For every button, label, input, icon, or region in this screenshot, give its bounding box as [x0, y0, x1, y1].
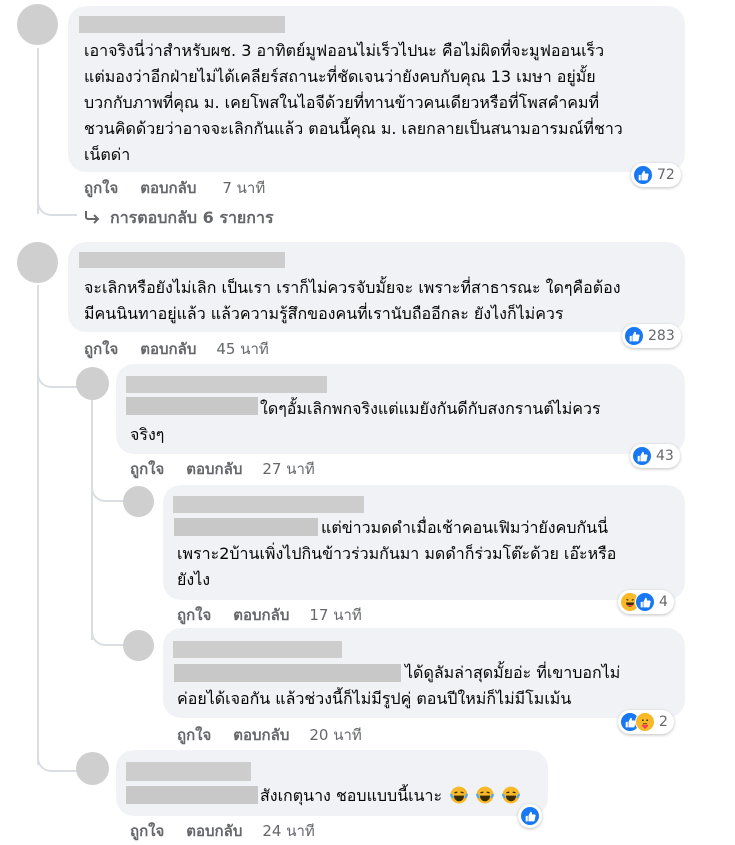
- avatar[interactable]: [17, 242, 58, 283]
- reaction-count: 4: [659, 594, 668, 610]
- like-button[interactable]: ถูกใจ: [84, 176, 118, 200]
- redacted-author-name[interactable]: [126, 762, 251, 781]
- thread-line: [37, 190, 77, 216]
- reaction-summary[interactable]: 283: [622, 324, 681, 348]
- reaction-summary[interactable]: 72: [631, 163, 681, 187]
- tears-of-joy-emoji-icon: [450, 786, 469, 812]
- comment-message: สังเกตุนาง ชอบแบบนี้เนาะ: [260, 786, 443, 805]
- reaction-summary[interactable]: 4: [618, 590, 674, 614]
- comment-text: เอาจริงนี่ว่าสำหรับผช. 3 อาทิตย์มูฟออนไม…: [84, 41, 623, 164]
- reaction-summary[interactable]: 43: [630, 444, 680, 468]
- timestamp[interactable]: 27 นาที: [262, 457, 314, 481]
- reply-button[interactable]: ตอบกลับ: [140, 337, 196, 361]
- thumbs-up-icon: [635, 592, 655, 612]
- avatar[interactable]: [17, 4, 58, 45]
- comment-text: ได้ดูลัมล่าสุดมั้ยอ่ะ ที่เขาบอกไม่ ค่อยไ…: [177, 663, 621, 708]
- reply-arrow-icon: [84, 209, 104, 228]
- replies-count-label: การตอบกลับ 6 รายการ: [110, 208, 274, 227]
- like-button[interactable]: ถูกใจ: [177, 723, 211, 747]
- comment-actions: ถูกใจ ตอบกลับ 7 นาที: [84, 176, 265, 200]
- reaction-summary[interactable]: 2: [618, 710, 674, 734]
- comment-actions: ถูกใจ ตอบกลับ 17 นาที: [177, 603, 362, 627]
- timestamp[interactable]: 20 นาที: [309, 723, 361, 747]
- thumbs-up-icon: [633, 165, 653, 185]
- reaction-summary[interactable]: [518, 804, 542, 828]
- avatar[interactable]: [76, 752, 109, 785]
- redacted-author-name[interactable]: [79, 16, 285, 33]
- redacted-author-name[interactable]: [79, 252, 285, 268]
- thread-line: [91, 400, 93, 640]
- thread-line: [37, 368, 77, 388]
- reply-button[interactable]: ตอบกลับ: [186, 819, 242, 843]
- reply-button[interactable]: ตอบกลับ: [186, 457, 242, 481]
- comment-actions: ถูกใจ ตอบกลับ 24 นาที: [130, 819, 315, 843]
- timestamp[interactable]: 24 นาที: [262, 819, 314, 843]
- redacted-mention[interactable]: [126, 786, 258, 804]
- avatar[interactable]: [123, 486, 154, 517]
- reaction-count: 43: [656, 448, 674, 464]
- avatar[interactable]: [76, 367, 109, 400]
- comment-text: ใดๆอั้มเลิกพกจริงแต่แมยังกันดีกับสงกรานต…: [130, 399, 601, 444]
- thread-line: [91, 626, 123, 646]
- like-button[interactable]: ถูกใจ: [177, 603, 211, 627]
- comment-actions: ถูกใจ ตอบกลับ 20 นาที: [177, 723, 362, 747]
- thread-line: [37, 750, 77, 772]
- thumbs-up-icon: [632, 446, 652, 466]
- reaction-count: 283: [648, 328, 675, 344]
- comment-text: สังเกตุนาง ชอบแบบนี้เนาะ: [260, 783, 540, 812]
- tears-of-joy-emoji-icon: [476, 786, 495, 812]
- care-hug-emoji-icon: [635, 712, 655, 732]
- comment-text: แต่ข่าวมดดำเมื่อเช้าคอนเฟิมว่ายังคบกันนี…: [177, 518, 617, 589]
- reply-button[interactable]: ตอบกลับ: [140, 176, 196, 200]
- timestamp[interactable]: 17 นาที: [309, 603, 361, 627]
- reply-button[interactable]: ตอบกลับ: [233, 723, 289, 747]
- thumbs-up-icon: [624, 326, 644, 346]
- tears-of-joy-emoji-icon: [502, 786, 521, 812]
- reaction-count: 2: [659, 714, 668, 730]
- thread-line: [91, 482, 123, 502]
- like-button[interactable]: ถูกใจ: [84, 337, 118, 361]
- like-button[interactable]: ถูกใจ: [130, 457, 164, 481]
- timestamp[interactable]: 7 นาที: [222, 176, 265, 200]
- redacted-author-name[interactable]: [173, 641, 342, 658]
- reply-button[interactable]: ตอบกลับ: [233, 603, 289, 627]
- timestamp[interactable]: 45 นาที: [216, 337, 268, 361]
- thread-line: [37, 285, 39, 765]
- like-button[interactable]: ถูกใจ: [130, 819, 164, 843]
- reaction-count: 72: [657, 167, 675, 183]
- avatar[interactable]: [123, 630, 154, 661]
- comment-text: จะเลิกหรือยังไม่เลิก เป็นเรา เราก็ไม่ควร…: [84, 278, 621, 323]
- redacted-author-name[interactable]: [173, 496, 364, 513]
- view-replies-link[interactable]: การตอบกลับ 6 รายการ: [84, 206, 274, 231]
- comment-actions: ถูกใจ ตอบกลับ 45 นาที: [84, 337, 269, 361]
- redacted-author-name[interactable]: [126, 376, 327, 393]
- thumbs-up-icon: [520, 806, 540, 826]
- comment-actions: ถูกใจ ตอบกลับ 27 นาที: [130, 457, 315, 481]
